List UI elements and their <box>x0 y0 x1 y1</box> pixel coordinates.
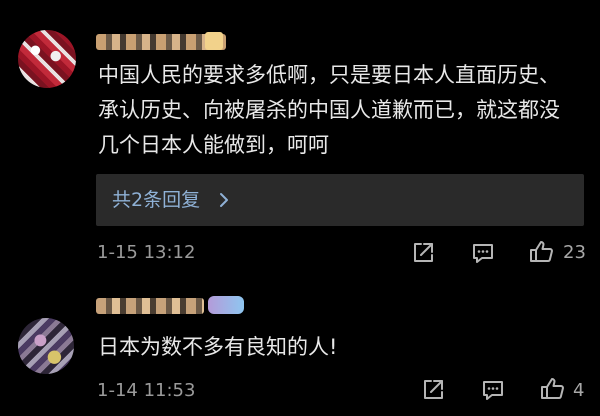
comment-icon[interactable] <box>470 240 496 266</box>
username-blurred[interactable] <box>96 298 204 314</box>
like-icon[interactable] <box>539 375 565 401</box>
comment-text: 日本为数不多有良知的人! <box>98 335 338 359</box>
timestamp: 1-14 11:53 <box>97 380 196 401</box>
timestamp: 1-15 13:12 <box>97 242 196 263</box>
avatar[interactable] <box>18 30 76 88</box>
comment-item: 中国人民的要求多低啊，只是要日本人直面历史、承认历史、向被屠杀的中国人道歉而已，… <box>0 0 600 290</box>
avatar[interactable] <box>18 318 74 374</box>
comment-item: 日本为数不多有良知的人! 1-14 11:53 4 <box>0 290 600 416</box>
share-icon[interactable] <box>410 240 436 266</box>
like-count: 23 <box>563 242 586 263</box>
replies-label: 共2条回复 <box>112 189 201 211</box>
user-badge <box>208 296 244 314</box>
comment-text: 中国人民的要求多低啊，只是要日本人直面历史、承认历史、向被屠杀的中国人道歉而已，… <box>98 63 560 157</box>
replies-expander[interactable]: 共2条回复 <box>96 174 584 226</box>
chevron-right-icon <box>220 193 228 207</box>
share-icon[interactable] <box>420 377 446 403</box>
comment-icon[interactable] <box>480 377 506 403</box>
user-badge <box>205 32 223 50</box>
like-count: 4 <box>573 380 585 401</box>
like-icon[interactable] <box>528 238 554 264</box>
